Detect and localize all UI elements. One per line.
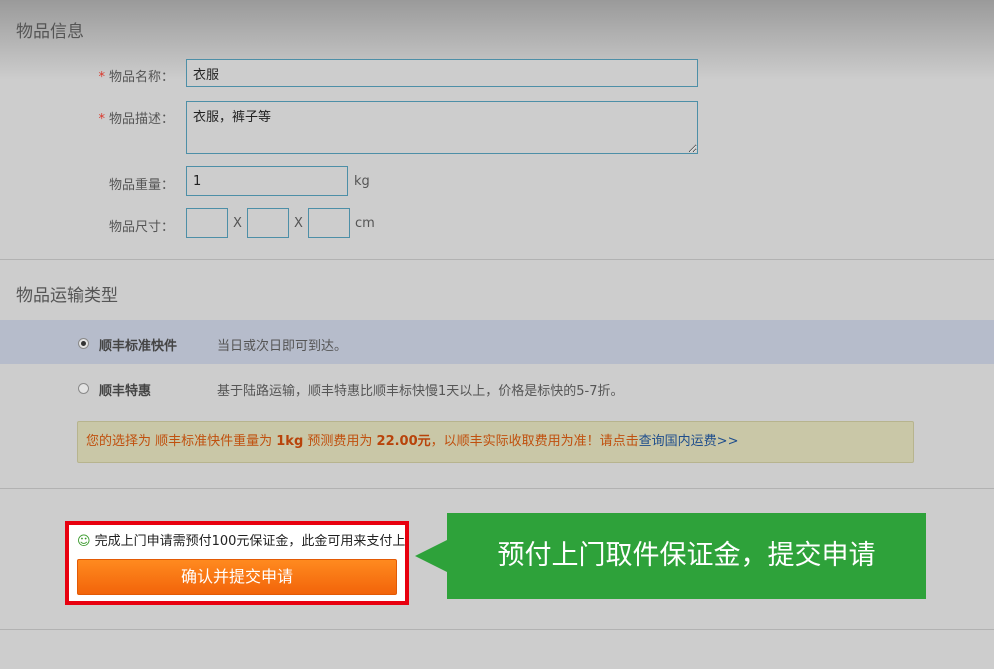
divider <box>0 629 994 630</box>
notice-mid: 预测费用为 <box>303 434 377 449</box>
item-desc-textarea[interactable]: 衣服，裤子等 <box>186 101 698 154</box>
fee-notice: 您的选择为 顺丰标准快件重量为 1kg 预测费用为 22.00元，以顺丰实际收取… <box>77 421 914 463</box>
radio-standard[interactable] <box>78 338 89 349</box>
item-size-label: 物品尺寸： <box>108 220 174 235</box>
item-name-label: * 物品名称： <box>54 66 174 85</box>
item-weight-input[interactable] <box>186 166 348 196</box>
divider <box>0 259 994 260</box>
query-fee-link[interactable]: 查询国内运费>> <box>639 434 739 449</box>
radio-economy[interactable] <box>78 383 89 394</box>
size-unit: cm <box>355 216 375 231</box>
shipping-option-name: 顺丰标准快件 <box>99 339 178 354</box>
size-height-input[interactable] <box>308 208 350 238</box>
size-separator: X <box>233 216 242 231</box>
notice-fee: 22.00元 <box>376 434 431 449</box>
callout-pointer <box>415 540 447 572</box>
shipping-option-desc: 基于陆路运输，顺丰特惠比顺丰标快慢1天以上，价格是标快的5-7折。 <box>217 384 624 399</box>
shipping-option-name: 顺丰特惠 <box>99 384 152 399</box>
item-name-label-text: 物品名称： <box>108 70 174 85</box>
size-width-input[interactable] <box>247 208 289 238</box>
item-desc-label: * 物品描述： <box>54 108 174 127</box>
item-name-input[interactable] <box>186 59 698 87</box>
shipping-option-standard[interactable]: 顺丰标准快件 当日或次日即可到达。 <box>0 320 994 364</box>
required-mark: * <box>98 112 105 127</box>
deposit-notice: ☺完成上门申请需预付100元保证金，此金可用来支付上门取件 <box>77 530 406 549</box>
divider <box>0 488 994 489</box>
required-mark: * <box>98 70 105 85</box>
shipping-option-desc: 当日或次日即可到达。 <box>217 339 348 354</box>
item-desc-label-text: 物品描述： <box>108 112 174 127</box>
notice-suffix: ，以顺丰实际收取费用为准！请点击 <box>430 434 639 449</box>
smile-icon: ☺ <box>77 534 91 549</box>
item-weight-label: 物品重量： <box>108 178 174 193</box>
annotation-callout: 预付上门取件保证金，提交申请 <box>447 513 926 599</box>
item-info-title: 物品信息 <box>16 22 84 42</box>
size-length-input[interactable] <box>186 208 228 238</box>
weight-unit: kg <box>354 174 370 189</box>
submit-highlight-box: ☺完成上门申请需预付100元保证金，此金可用来支付上门取件 确认并提交申请 <box>65 521 409 605</box>
shipping-type-title: 物品运输类型 <box>16 286 118 306</box>
shipping-option-economy[interactable]: 顺丰特惠 基于陆路运输，顺丰特惠比顺丰标快慢1天以上，价格是标快的5-7折。 <box>0 366 994 410</box>
deposit-notice-text: 完成上门申请需预付100元保证金，此金可用来支付上门取件 <box>94 534 406 549</box>
notice-prefix: 您的选择为 顺丰标准快件重量为 <box>86 434 277 449</box>
confirm-submit-button[interactable]: 确认并提交申请 <box>77 559 397 595</box>
size-separator: X <box>294 216 303 231</box>
notice-weight: 1kg <box>276 434 304 449</box>
